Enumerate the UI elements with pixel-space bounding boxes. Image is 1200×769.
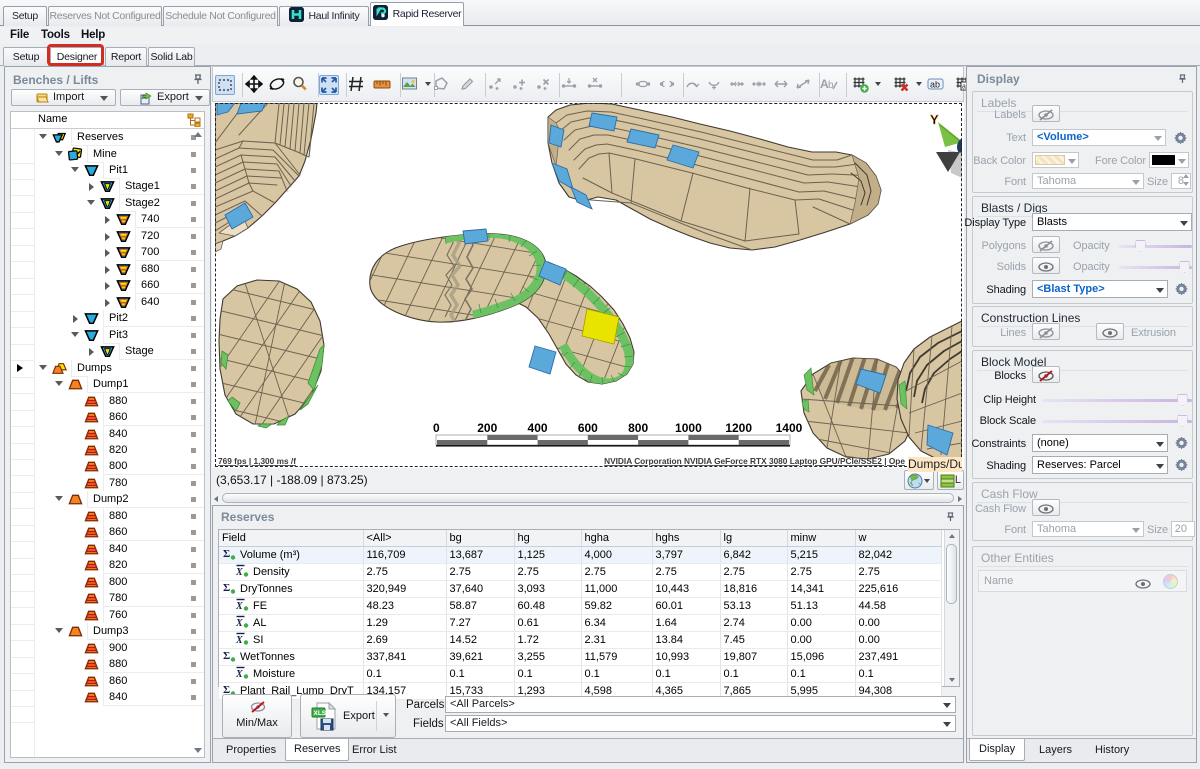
- svg-text:X: X: [235, 618, 243, 628]
- svg-text:200: 200: [477, 421, 497, 435]
- svg-text:769 fps | 1,300 ms /f: 769 fps | 1,300 ms /f: [218, 456, 296, 466]
- svg-text:800: 800: [628, 421, 648, 435]
- svg-text:NVIDIA Corporation NVIDIA GeFo: NVIDIA Corporation NVIDIA GeForce RTX 30…: [604, 456, 905, 466]
- svg-text:X: X: [235, 567, 243, 577]
- svg-text:1400: 1400: [776, 421, 803, 435]
- svg-text:Y: Y: [930, 112, 939, 127]
- svg-text:ab: ab: [930, 80, 940, 90]
- svg-text:b: b: [828, 80, 834, 91]
- svg-text:400: 400: [528, 421, 548, 435]
- svg-text:X: X: [235, 601, 243, 611]
- svg-text:XLS: XLS: [314, 710, 327, 717]
- svg-text:X: X: [235, 669, 243, 679]
- svg-text:Σ: Σ: [223, 582, 230, 594]
- svg-text:X: X: [235, 635, 243, 645]
- svg-text:1200: 1200: [725, 421, 752, 435]
- svg-text:1000: 1000: [675, 421, 702, 435]
- svg-text:Σ: Σ: [223, 650, 230, 662]
- svg-text:600: 600: [578, 421, 598, 435]
- svg-text:0: 0: [433, 421, 440, 435]
- svg-text:Σ: Σ: [223, 548, 230, 560]
